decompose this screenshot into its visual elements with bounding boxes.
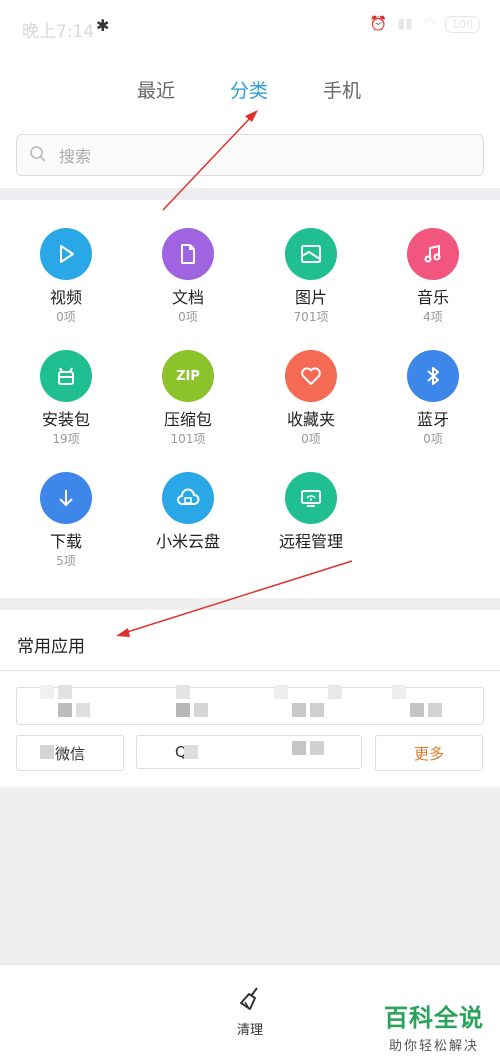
cloud-drive-icon [162, 472, 214, 524]
category-label: 下载 [49, 532, 82, 551]
blurred-block [274, 685, 288, 699]
blurred-block [428, 703, 442, 717]
wifi-icon: ◠ [422, 16, 435, 32]
category-apk[interactable]: 安装包 19项 [4, 350, 128, 446]
app-wechat-button[interactable]: 微信 [16, 735, 124, 771]
watermark-subtitle: 助你轻松解决 [388, 1039, 479, 1054]
watermark: 百科全说 助你轻松解决 [384, 998, 484, 1054]
music-icon [407, 228, 459, 280]
section-divider [0, 188, 500, 200]
category-label: 图片 [294, 288, 327, 307]
app-qq-button[interactable]: Q [136, 735, 362, 769]
category-label: 蓝牙 [416, 410, 449, 429]
frequent-apps-panel: 微信 Q 更多 [0, 671, 500, 787]
blurred-block [410, 703, 424, 717]
category-count: 5项 [56, 554, 76, 568]
category-label: 远程管理 [278, 532, 343, 551]
category-download[interactable]: 下载 5项 [4, 472, 128, 568]
status-time: 晚上7:14 [22, 22, 95, 42]
app-button-label: 更多 [413, 744, 444, 763]
blurred-block [194, 703, 208, 717]
category-zip[interactable]: ZIP 压缩包 101项 [126, 350, 250, 446]
category-label: 安装包 [41, 410, 90, 429]
blurred-block [328, 685, 342, 699]
empty-area [0, 787, 500, 964]
frequent-apps-title: 常用应用 [17, 637, 85, 657]
clean-button[interactable]: 清理 [220, 985, 280, 1038]
category-count: 0项 [178, 310, 198, 324]
search-area [0, 122, 500, 188]
clean-label: 清理 [236, 1023, 263, 1038]
blurred-block [58, 685, 72, 699]
blurred-block [76, 703, 90, 717]
category-count: 19项 [52, 432, 80, 446]
download-icon [40, 472, 92, 524]
zip-icon: ZIP [162, 350, 214, 402]
play-icon [40, 228, 92, 280]
blurred-block [40, 745, 54, 759]
tab-phone[interactable]: 手机 [323, 76, 361, 103]
signal-icon: ▮▮ [397, 16, 413, 32]
category-music[interactable]: 音乐 4项 [371, 228, 495, 324]
tab-category[interactable]: 分类 [230, 76, 268, 103]
category-grid: 视频 0项 文档 0项 图片 701项 音乐 4项 安装包 19项 ZIP 压缩… [0, 200, 500, 598]
frequent-apps-header: 常用应用 [0, 610, 500, 671]
category-label: 压缩包 [163, 410, 212, 429]
blurred-block [292, 703, 306, 717]
broom-icon [236, 987, 264, 1017]
heart-icon [285, 350, 337, 402]
category-count: 701项 [293, 310, 329, 324]
category-label: 视频 [49, 288, 82, 307]
category-bluetooth[interactable]: 蓝牙 0项 [371, 350, 495, 446]
bluetooth-icon [407, 350, 459, 402]
blurred-block [176, 703, 190, 717]
category-video[interactable]: 视频 0项 [4, 228, 128, 324]
blurred-block [310, 703, 324, 717]
tab-recent[interactable]: 最近 [137, 76, 175, 103]
zip-icon-text: ZIP [176, 368, 200, 384]
more-apps-button[interactable]: 更多 [375, 735, 483, 771]
category-picture[interactable]: 图片 701项 [249, 228, 373, 324]
app-button-label: 微信 [54, 744, 85, 763]
blurred-block [392, 685, 406, 699]
search-input[interactable] [57, 135, 461, 177]
blurred-block [40, 685, 54, 699]
category-favorites[interactable]: 收藏夹 0项 [249, 350, 373, 446]
category-document[interactable]: 文档 0项 [126, 228, 250, 324]
section-divider [0, 598, 500, 610]
status-bar: 晚上7:14 ✱ ⏰ ▮▮ ◠ 100 [0, 0, 500, 52]
category-label: 文档 [171, 288, 204, 307]
tab-bar: 最近 分类 手机 [0, 52, 500, 123]
document-icon [162, 228, 214, 280]
category-count: 4项 [423, 310, 443, 324]
category-count: 0项 [423, 432, 443, 446]
bluetooth-status-icon: ✱ [96, 16, 110, 35]
blurred-block [310, 741, 324, 755]
battery-icon: 100 [445, 16, 480, 33]
category-label: 小米云盘 [155, 532, 220, 551]
android-package-icon [40, 350, 92, 402]
category-label: 音乐 [416, 288, 449, 307]
category-label: 收藏夹 [286, 410, 335, 429]
alarm-icon: ⏰ [369, 16, 388, 32]
category-cloud-drive[interactable]: 小米云盘 [126, 472, 250, 551]
category-count: 0项 [56, 310, 76, 324]
status-indicators: ⏰ ▮▮ ◠ 100 [370, 16, 480, 33]
blurred-block [184, 745, 198, 759]
remote-manage-icon [285, 472, 337, 524]
blurred-block [176, 685, 190, 699]
blurred-block [292, 741, 306, 755]
picture-icon [285, 228, 337, 280]
watermark-title: 百科全说 [384, 1004, 484, 1032]
category-remote-manage[interactable]: 远程管理 [249, 472, 373, 551]
category-count: 101项 [170, 432, 206, 446]
blurred-block [58, 703, 72, 717]
search-icon [29, 145, 47, 167]
search-box[interactable] [16, 134, 484, 177]
category-count: 0项 [301, 432, 321, 446]
